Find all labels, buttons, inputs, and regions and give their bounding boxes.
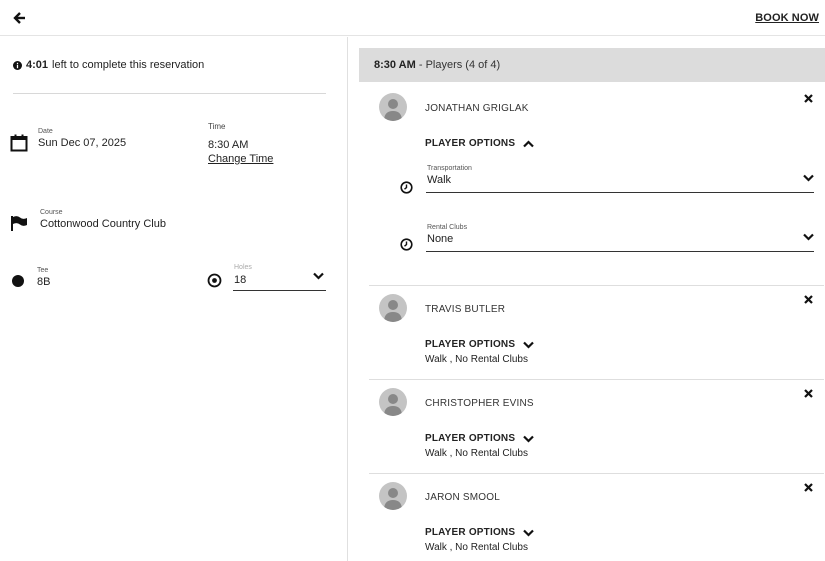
change-time-link[interactable]: Change Time [208,152,273,166]
timer-text: left to complete this reservation [52,59,205,71]
tee-field: Tee 8B [12,266,50,289]
player-name: JONATHAN GRIGLAK [425,103,529,114]
user-icon [384,488,402,510]
player-name: TRAVIS BUTLER [425,304,506,315]
player-options-toggle[interactable]: PLAYER OPTIONS [425,138,535,149]
tee-label: Tee [37,267,49,274]
close-icon[interactable] [804,94,813,103]
clock-icon [400,238,413,251]
close-icon[interactable] [804,483,813,492]
player-options-label: PLAYER OPTIONS [425,138,516,149]
transportation-value: Walk [427,174,452,186]
tee-time: 8:30 AM [374,59,416,71]
chevron-down-icon [803,174,814,182]
target-icon [207,273,222,288]
course-label: Course [40,209,63,216]
reservation-timer: 4:01 left to complete this reservation [13,59,204,71]
date-field: Date Sun Dec 07, 2025 [10,127,126,152]
reservation-details: 4:01 left to complete this reservation D… [0,37,348,561]
player-name: CHRISTOPHER EVINS [425,398,534,409]
avatar [379,93,407,121]
holes-label: Holes [234,264,252,271]
info-icon [13,60,22,70]
holes-select[interactable]: Holes 18 [233,262,326,291]
player-options-label: PLAYER OPTIONS [425,339,516,350]
player-card: CHRISTOPHER EVINS PLAYER OPTIONS Walk , … [369,380,824,474]
player-options-summary: Walk , No Rental Clubs [425,448,528,459]
transportation-select[interactable]: Transportation Walk [426,163,814,193]
book-now-button[interactable]: BOOK NOW [755,12,819,24]
date-value: Sun Dec 07, 2025 [38,137,127,149]
time-value: 8:30 AM [208,139,249,151]
players-panel-header: 8:30 AM - Players (4 of 4) [359,48,825,82]
user-icon [384,99,402,121]
user-icon [384,394,402,416]
chevron-down-icon [313,272,324,280]
timer-value: 4:01 [26,59,49,71]
chevron-down-icon [523,529,535,537]
player-card: JONATHAN GRIGLAK PLAYER OPTIONS Transpor… [369,85,824,286]
time-field: Time 8:30 AM Change Time [208,122,273,166]
player-options-toggle[interactable]: PLAYER OPTIONS [425,339,535,350]
player-card: JARON SMOOL PLAYER OPTIONS Walk , No Ren… [369,474,824,561]
player-card: TRAVIS BUTLER PLAYER OPTIONS Walk , No R… [369,286,824,380]
avatar [379,294,407,322]
clock-icon [400,181,413,194]
chevron-down-icon [523,341,535,349]
transportation-label: Transportation [427,165,472,172]
time-label: Time [208,122,226,131]
rental-clubs-value: None [427,233,454,245]
rental-clubs-select[interactable]: Rental Clubs None [426,222,814,252]
player-name: JARON SMOOL [425,492,500,503]
course-value: Cottonwood Country Club [40,218,166,230]
player-options-label: PLAYER OPTIONS [425,433,516,444]
user-icon [384,300,402,322]
close-icon[interactable] [804,295,813,304]
flag-icon [11,216,27,231]
players-count: - Players (4 of 4) [418,59,501,71]
date-label: Date [38,128,53,135]
player-options-toggle[interactable]: PLAYER OPTIONS [425,433,535,444]
tee-value: 8B [37,276,51,288]
holes-value: 18 [234,274,247,286]
chevron-up-icon [523,139,535,147]
close-icon[interactable] [804,389,813,398]
calendar-icon [10,134,28,152]
player-options-label: PLAYER OPTIONS [425,527,516,538]
course-field: Course Cottonwood Country Club [10,208,166,231]
chevron-down-icon [523,435,535,443]
rental-clubs-label: Rental Clubs [427,224,468,231]
chevron-down-icon [803,233,814,241]
back-arrow-icon[interactable] [11,10,27,26]
players-panel: 8:30 AM - Players (4 of 4) JONATHAN GRIG… [359,48,825,561]
player-options-summary: Walk , No Rental Clubs [425,542,528,553]
avatar [379,482,407,510]
divider [13,93,326,94]
player-options-toggle[interactable]: PLAYER OPTIONS [425,527,535,538]
top-bar: BOOK NOW [0,0,825,36]
golf-ball-icon [12,275,24,287]
avatar [379,388,407,416]
player-options-summary: Walk , No Rental Clubs [425,354,528,365]
